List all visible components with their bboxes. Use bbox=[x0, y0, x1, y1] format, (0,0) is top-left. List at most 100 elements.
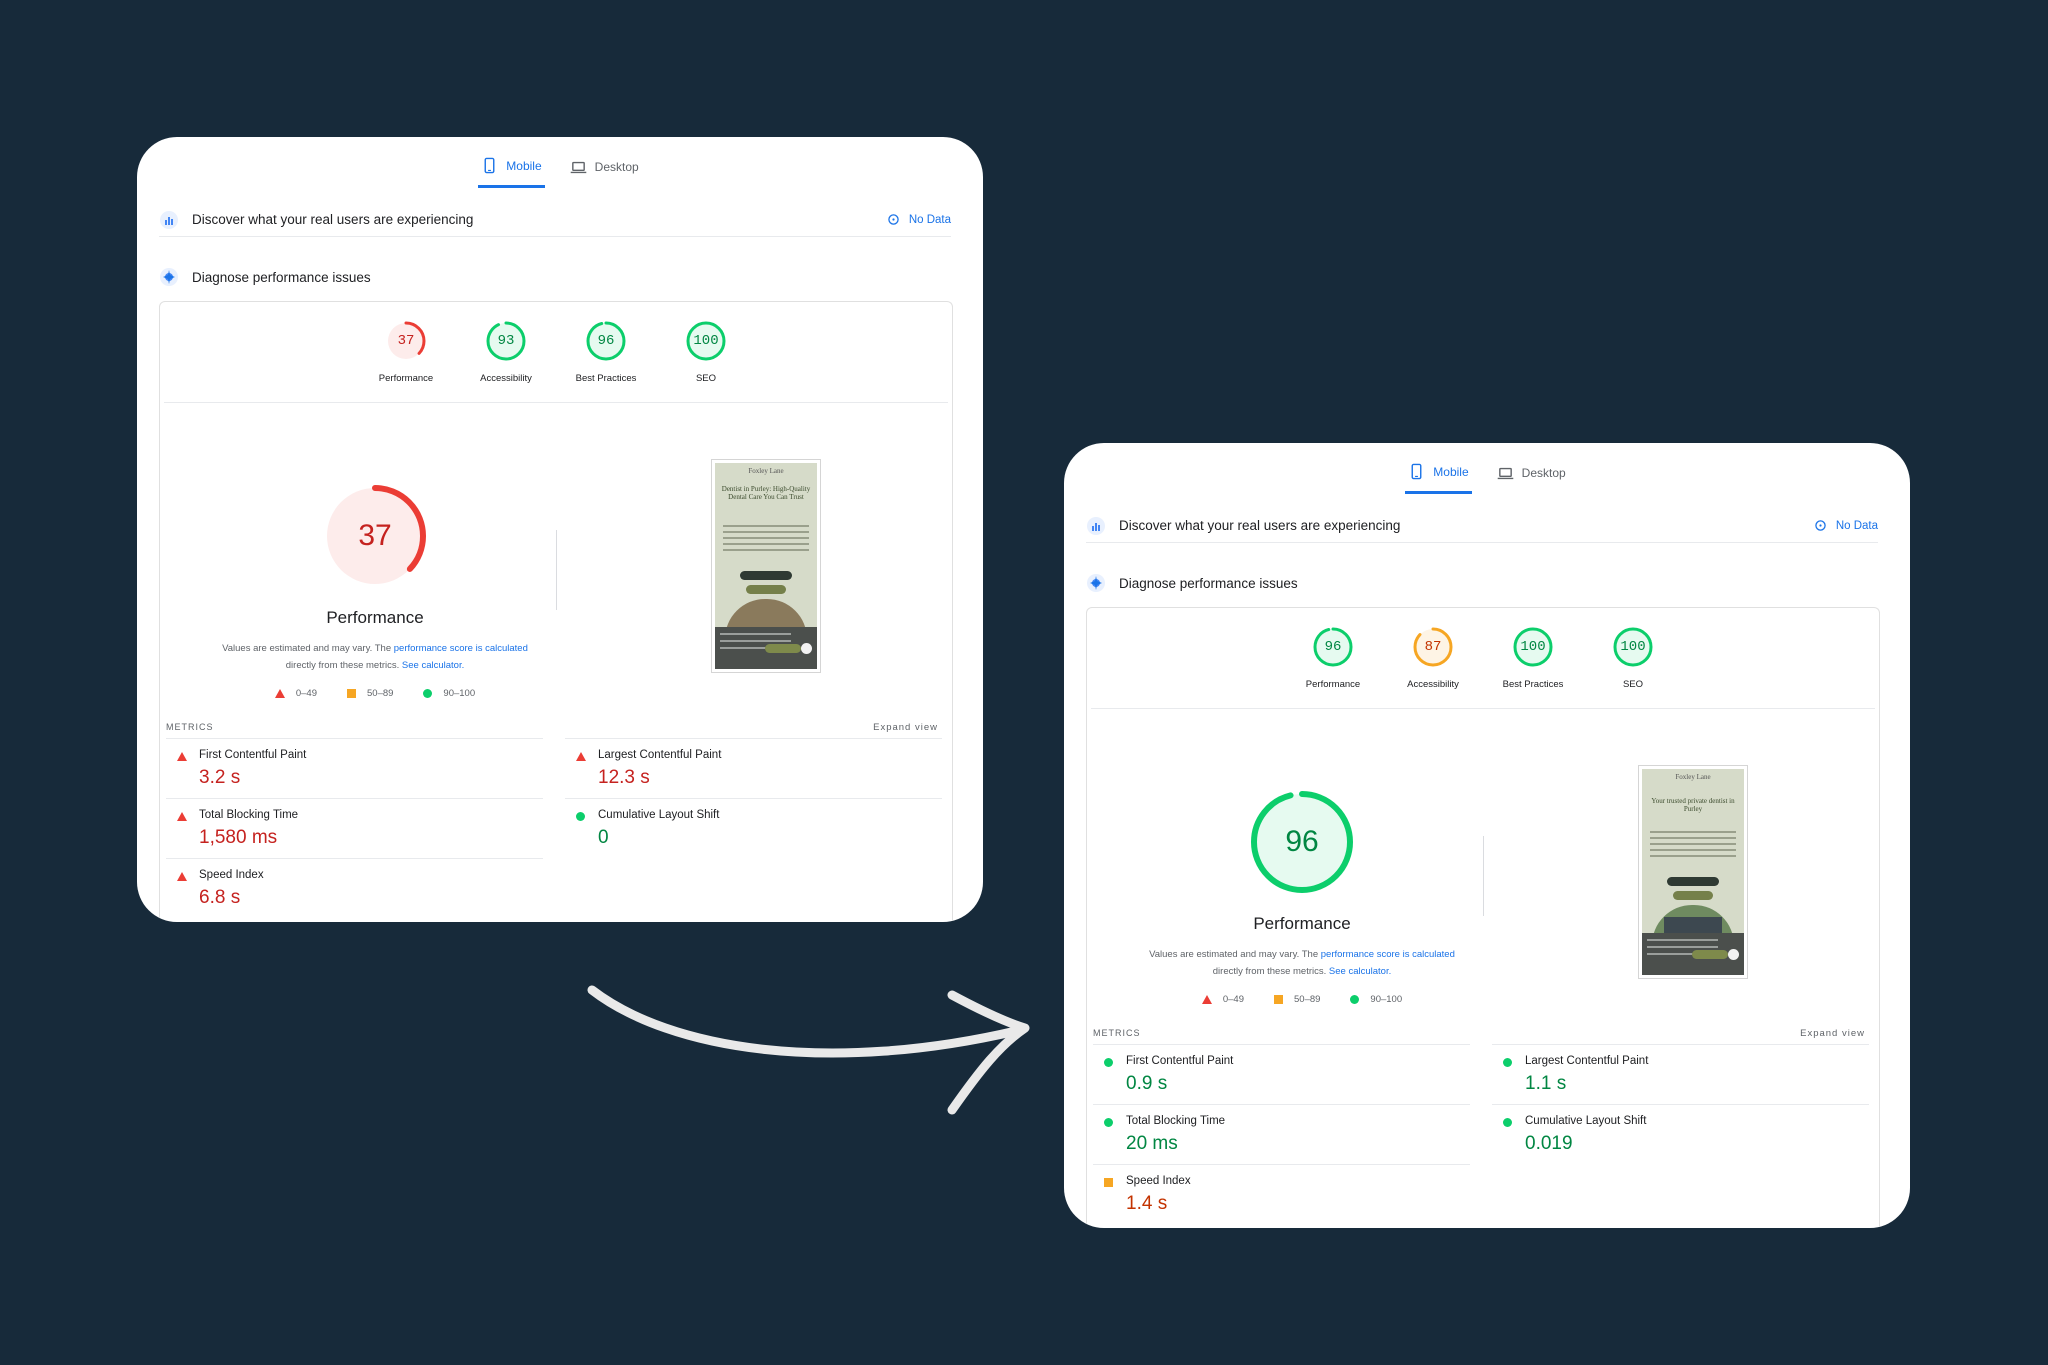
screenshot-headline: Your trusted private dentist in Purley bbox=[1651, 797, 1735, 813]
score-value: 37 bbox=[397, 333, 415, 349]
page-screenshot: Foxley Lane Dentist in Purley: High-Qual… bbox=[711, 459, 821, 673]
score-gauge-accessibility[interactable]: 87 Accessibility bbox=[1399, 626, 1468, 690]
circle-icon bbox=[423, 689, 433, 698]
score-note-text: Values are estimated and may vary. The bbox=[1149, 949, 1321, 960]
no-data-label: No Data bbox=[1835, 519, 1878, 532]
performance-score-link[interactable]: performance score is calculated bbox=[1321, 949, 1455, 960]
metric-value: 0.9 s bbox=[1126, 1073, 1168, 1094]
no-data-status[interactable]: No Data bbox=[1815, 520, 1878, 532]
diagnose-icon bbox=[1087, 574, 1105, 592]
report-card-after: Mobile Desktop Discover what your real u… bbox=[1064, 443, 1910, 1228]
metric-speed-index: Speed Index 6.8 s bbox=[166, 858, 543, 918]
score-ring: 93 bbox=[485, 320, 527, 362]
metric-value: 1.1 s bbox=[1525, 1073, 1567, 1094]
legend-good-label: 90–100 bbox=[443, 688, 476, 699]
score-value: 87 bbox=[1424, 639, 1442, 655]
score-gauge-performance[interactable]: 37 Performance bbox=[372, 320, 441, 384]
screenshot-cookie-banner bbox=[1642, 933, 1744, 975]
transition-arrow bbox=[587, 985, 1030, 1115]
metric-value: 20 ms bbox=[1126, 1133, 1178, 1154]
performance-score: 96 bbox=[1285, 825, 1319, 858]
circle-icon bbox=[1503, 1118, 1512, 1127]
triangle-icon bbox=[1201, 995, 1212, 1004]
metric-name: Cumulative Layout Shift bbox=[1525, 1115, 1647, 1127]
triangle-icon bbox=[177, 872, 187, 881]
score-ring: 100 bbox=[1512, 626, 1554, 668]
metric-name: Largest Contentful Paint bbox=[598, 749, 722, 761]
lighthouse-report: 37 Performance 93 Accessibility 96 Best Pract… bbox=[159, 301, 953, 922]
legend-average-label: 50–89 bbox=[1294, 994, 1321, 1005]
metric-name: Largest Contentful Paint bbox=[1525, 1055, 1649, 1067]
metric-cumulative-layout-shift: Cumulative Layout Shift 0.019 bbox=[1492, 1104, 1869, 1164]
field-data-section[interactable]: Discover what your real users are experi… bbox=[159, 203, 951, 237]
device-tabs: Mobile Desktop bbox=[1064, 463, 1910, 494]
no-data-status[interactable]: No Data bbox=[888, 214, 951, 226]
performance-label: Performance bbox=[1253, 914, 1351, 933]
tab-mobile-label: Mobile bbox=[1433, 464, 1469, 479]
score-gauge-accessibility[interactable]: 93 Accessibility bbox=[472, 320, 541, 384]
performance-score-link[interactable]: performance score is calculated bbox=[394, 643, 528, 654]
tab-mobile[interactable]: Mobile bbox=[1405, 463, 1472, 494]
phone-icon bbox=[484, 157, 495, 174]
legend-poor: 0–49 bbox=[274, 688, 317, 699]
score-gauge-performance[interactable]: 96 Performance bbox=[1299, 626, 1368, 690]
page-screenshot-content: Foxley Lane Your trusted private dentist… bbox=[1642, 769, 1744, 975]
metrics-title: METRICS bbox=[166, 722, 214, 732]
score-value: 100 bbox=[1620, 639, 1646, 655]
metric-largest-contentful-paint: Largest Contentful Paint 1.1 s bbox=[1492, 1044, 1869, 1104]
category-scores: 37 Performance 93 Accessibility 96 Best Pract… bbox=[160, 320, 952, 384]
performance-label: Performance bbox=[326, 608, 424, 627]
score-gauge-best-practices[interactable]: 100 Best Practices bbox=[1499, 626, 1568, 690]
metric-name: First Contentful Paint bbox=[1126, 1055, 1234, 1067]
expand-view-toggle[interactable]: Expand view bbox=[873, 722, 938, 733]
expand-view-toggle[interactable]: Expand view bbox=[1800, 1028, 1865, 1039]
square-icon bbox=[1104, 1178, 1113, 1187]
page-screenshot: Foxley Lane Your trusted private dentist… bbox=[1638, 765, 1748, 979]
metrics-list: First Contentful Paint 0.9 s Largest Conte… bbox=[1093, 1044, 1869, 1224]
metric-value: 3.2 s bbox=[199, 767, 241, 788]
page-screenshot-content: Foxley Lane Dentist in Purley: High-Qual… bbox=[715, 463, 817, 669]
metric-name: Total Blocking Time bbox=[1126, 1115, 1226, 1127]
see-calculator-link[interactable]: See calculator. bbox=[402, 660, 464, 671]
score-label: Accessibility bbox=[1407, 679, 1459, 690]
field-data-section[interactable]: Discover what your real users are experi… bbox=[1086, 509, 1878, 543]
metric-first-contentful-paint: First Contentful Paint 3.2 s bbox=[166, 738, 543, 798]
score-gauge-best-practices[interactable]: 96 Best Practices bbox=[572, 320, 641, 384]
circle-icon bbox=[576, 812, 585, 821]
device-tabs: Mobile Desktop bbox=[137, 157, 983, 188]
metrics-title: METRICS bbox=[1093, 1028, 1141, 1038]
screenshot-cta-button bbox=[740, 571, 792, 580]
metric-speed-index: Speed Index 1.4 s bbox=[1093, 1164, 1470, 1224]
metric-name: Total Blocking Time bbox=[199, 809, 299, 821]
score-ring: 100 bbox=[685, 320, 727, 362]
metric-name: Speed Index bbox=[1126, 1175, 1191, 1187]
tab-desktop[interactable]: Desktop bbox=[567, 157, 642, 188]
score-legend: 0–49 50–89 90–100 bbox=[274, 688, 476, 699]
score-ring: 87 bbox=[1412, 626, 1454, 668]
metrics-header: METRICS Expand view bbox=[1093, 1028, 1865, 1039]
scores-divider bbox=[1091, 708, 1875, 709]
score-label: Best Practices bbox=[575, 373, 637, 384]
legend-poor: 0–49 bbox=[1201, 994, 1244, 1005]
score-gauge-seo[interactable]: 100 SEO bbox=[672, 320, 741, 384]
screenshot-logo: Foxley Lane bbox=[1675, 773, 1711, 781]
score-value: 96 bbox=[1324, 639, 1342, 655]
triangle-icon bbox=[177, 812, 187, 821]
performance-gauge: 96 bbox=[1250, 790, 1354, 894]
score-value: 100 bbox=[693, 333, 719, 349]
score-label: Performance bbox=[378, 373, 434, 384]
see-calculator-link[interactable]: See calculator. bbox=[1329, 966, 1391, 977]
summary-divider bbox=[556, 530, 557, 610]
lab-data-title: Diagnose performance issues bbox=[1119, 575, 1298, 591]
score-note: Values are estimated and may vary. The p… bbox=[220, 640, 530, 674]
score-gauge-seo[interactable]: 100 SEO bbox=[1599, 626, 1668, 690]
legend-average-label: 50–89 bbox=[367, 688, 394, 699]
tab-mobile[interactable]: Mobile bbox=[478, 157, 545, 188]
metric-value: 1.4 s bbox=[1126, 1193, 1168, 1214]
users-chart-icon bbox=[1087, 516, 1105, 535]
metric-largest-contentful-paint: Largest Contentful Paint 12.3 s bbox=[565, 738, 942, 798]
no-data-label: No Data bbox=[908, 213, 951, 226]
tab-desktop[interactable]: Desktop bbox=[1494, 463, 1569, 494]
metric-name: Cumulative Layout Shift bbox=[598, 809, 720, 821]
legend-average: 50–89 bbox=[1274, 994, 1320, 1005]
